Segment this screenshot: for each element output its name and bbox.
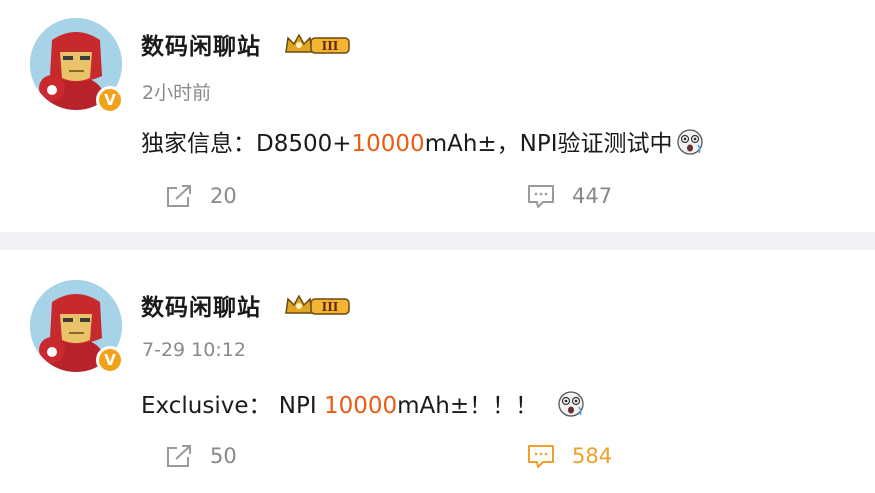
surprised-emoji-icon — [558, 391, 584, 417]
crown-level-badge-icon[interactable]: III — [284, 291, 352, 319]
post-time: 7-29 10:12 — [142, 339, 246, 361]
verified-badge-icon: V — [96, 86, 124, 114]
repost-icon — [167, 185, 191, 207]
content-text: mAh±，NPI验证测试中 — [424, 131, 673, 157]
feed-post[interactable]: V 数码闲聊站 III 2小时前 独家信息：D8500+10000mAh±，NP… — [0, 0, 875, 232]
comment-count: 584 — [572, 444, 613, 468]
comment-count: 447 — [572, 184, 613, 208]
content-text: mAh±！！！ — [397, 393, 539, 419]
svg-text:III: III — [322, 39, 339, 53]
comment-button[interactable]: 447 — [526, 183, 612, 209]
content-text: Exclusive： NPI — [141, 393, 324, 419]
svg-text:III: III — [322, 300, 339, 314]
username[interactable]: 数码闲聊站 — [141, 27, 261, 61]
content-text: 独家信息：D8500+ — [141, 131, 352, 157]
verified-badge-icon: V — [96, 346, 124, 374]
repost-count: 50 — [210, 444, 237, 468]
content-highlight: 10000 — [351, 131, 425, 157]
content-highlight: 10000 — [323, 393, 398, 419]
repost-icon — [167, 445, 191, 467]
feed-post[interactable]: V 数码闲聊站 III 7-29 10:12 Exclusive： NPI 10… — [0, 250, 875, 493]
repost-button[interactable]: 50 — [164, 443, 237, 469]
post-time: 2小时前 — [142, 82, 212, 104]
post-divider — [0, 232, 875, 250]
username[interactable]: 数码闲聊站 — [141, 288, 261, 322]
surprised-emoji-icon — [676, 129, 703, 155]
comment-button[interactable]: 584 — [526, 443, 612, 469]
post-content: Exclusive： NPI 10000mAh±！！！ — [141, 386, 586, 420]
crown-level-badge-icon[interactable]: III — [284, 30, 352, 58]
comment-icon — [528, 185, 554, 208]
comment-icon — [528, 445, 554, 468]
repost-count: 20 — [210, 184, 237, 208]
repost-button[interactable]: 20 — [164, 183, 237, 209]
post-content: 独家信息：D8500+10000mAh±，NPI验证测试中 — [141, 124, 705, 158]
